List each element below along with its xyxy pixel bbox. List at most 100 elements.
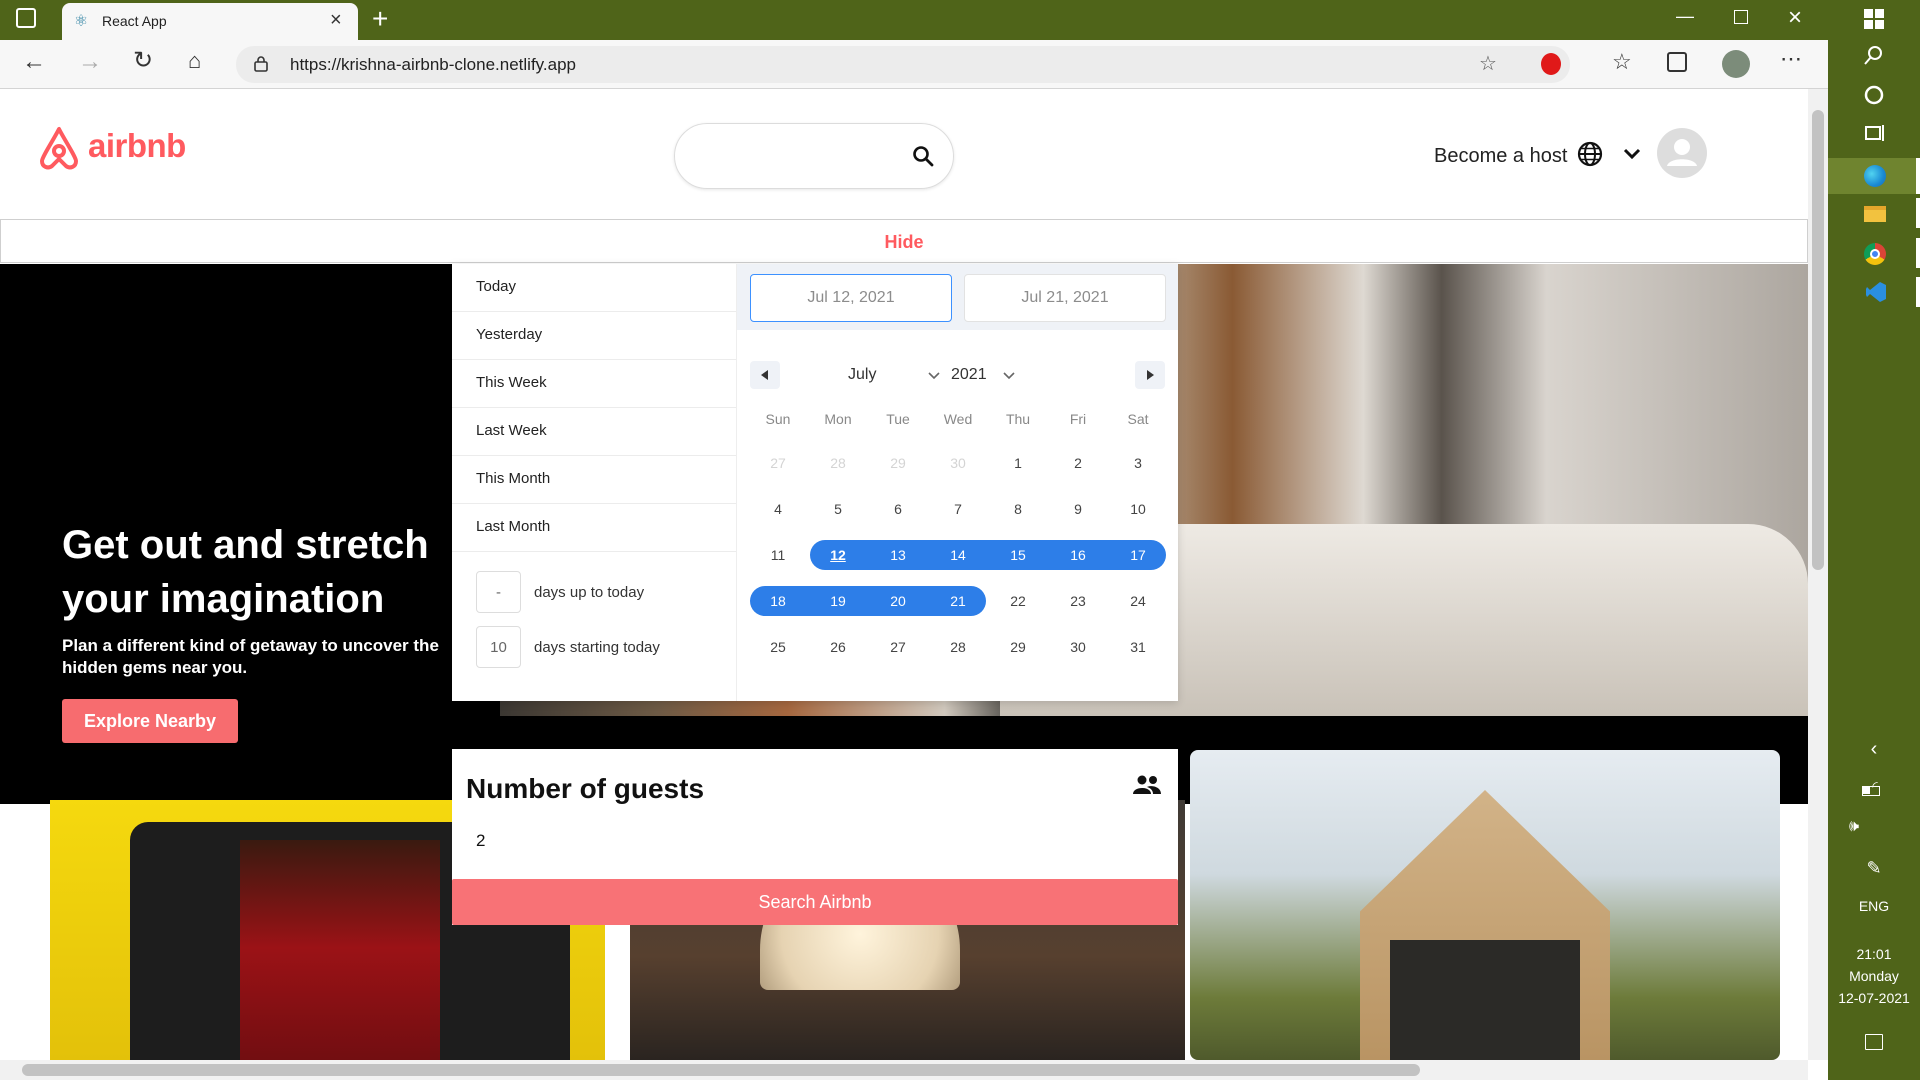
calendar-day[interactable]: 30 — [928, 447, 988, 479]
browser-tab[interactable]: ⚛ React App × — [62, 3, 358, 40]
calendar-day[interactable]: 6 — [868, 493, 928, 525]
windows-start-icon[interactable] — [1828, 8, 1920, 36]
vscode-icon[interactable] — [1866, 282, 1886, 302]
card-image-cabin[interactable] — [1190, 750, 1780, 1060]
explore-nearby-label[interactable]: Explore Nearby — [84, 711, 216, 732]
globe-icon[interactable] — [1577, 141, 1603, 167]
file-explorer-icon[interactable] — [1864, 206, 1886, 222]
tab-actions-icon[interactable] — [16, 8, 36, 28]
new-tab-icon[interactable]: + — [372, 3, 388, 35]
calendar-day[interactable]: 24 — [1108, 585, 1168, 617]
calendar-day[interactable]: 17 — [1108, 539, 1168, 571]
calendar-day[interactable]: 3 — [1108, 447, 1168, 479]
calendar-day[interactable]: 29 — [988, 631, 1048, 663]
volume-icon[interactable]: 🕪 — [1808, 818, 1900, 836]
clock-date[interactable]: 12-07-2021 — [1828, 990, 1920, 1006]
calendar-day[interactable]: 20 — [868, 585, 928, 617]
calendar-day[interactable]: 1 — [988, 447, 1048, 479]
home-icon[interactable]: ⌂ — [188, 50, 201, 72]
edge-taskbar-icon[interactable] — [1828, 158, 1920, 194]
pen-icon[interactable]: ✎ — [1828, 858, 1920, 879]
search-airbnb-button[interactable]: Search Airbnb — [452, 879, 1178, 925]
close-window-icon[interactable]: × — [1788, 4, 1802, 32]
calendar-day[interactable]: 27 — [748, 447, 808, 479]
calendar-day[interactable]: 22 — [988, 585, 1048, 617]
search-bar[interactable] — [674, 123, 954, 189]
calendar-day[interactable]: 31 — [1108, 631, 1168, 663]
month-select[interactable]: July — [817, 366, 947, 390]
search-icon[interactable] — [911, 144, 935, 168]
close-icon[interactable]: × — [330, 9, 342, 32]
clock-day[interactable]: Monday — [1828, 968, 1920, 984]
next-month-button[interactable] — [1135, 361, 1165, 389]
static-range-item[interactable]: Today — [452, 264, 736, 312]
forward-icon[interactable]: → — [78, 50, 102, 74]
static-range-item[interactable]: This Month — [452, 456, 736, 504]
calendar-day[interactable]: 16 — [1048, 539, 1108, 571]
calendar-day[interactable]: 8 — [988, 493, 1048, 525]
task-view-icon[interactable] — [1828, 122, 1920, 150]
calendar-day[interactable]: 29 — [868, 447, 928, 479]
calendar-day[interactable]: 28 — [808, 447, 868, 479]
chrome-icon[interactable] — [1864, 243, 1886, 265]
calendar-day[interactable]: 14 — [928, 539, 988, 571]
days-up-to-today-input[interactable] — [476, 571, 521, 613]
add-favorite-icon[interactable]: ☆ — [1479, 51, 1497, 76]
language-indicator[interactable]: ENG — [1828, 898, 1920, 914]
hide-bar[interactable]: Hide — [0, 219, 1808, 263]
more-icon[interactable]: ⋯ — [1780, 48, 1802, 70]
calendar-day[interactable]: 28 — [928, 631, 988, 663]
calendar-day[interactable]: 9 — [1048, 493, 1108, 525]
calendar-day[interactable]: 10 — [1108, 493, 1168, 525]
calendar-day[interactable]: 25 — [748, 631, 808, 663]
calendar-day[interactable]: 26 — [808, 631, 868, 663]
search-icon-taskbar[interactable] — [1828, 44, 1920, 72]
profile-avatar[interactable] — [1722, 50, 1750, 78]
clock-time[interactable]: 21:01 — [1828, 946, 1920, 962]
static-range-item[interactable]: Last Week — [452, 408, 736, 456]
calendar-day[interactable]: 27 — [868, 631, 928, 663]
vertical-scrollbar-thumb[interactable] — [1812, 110, 1824, 570]
refresh-icon[interactable]: ↻ — [133, 49, 153, 73]
wifi-icon[interactable]: ◜ — [1850, 778, 1900, 795]
hide-label[interactable]: Hide — [884, 232, 923, 253]
calendar-day[interactable]: 19 — [808, 585, 868, 617]
calendar-day[interactable]: 11 — [748, 539, 808, 571]
become-host-link[interactable]: Become a host — [1434, 145, 1567, 168]
calendar-day[interactable]: 12 — [808, 539, 868, 571]
chevron-down-icon[interactable] — [1623, 148, 1641, 160]
airbnb-logo[interactable]: airbnb — [36, 123, 196, 173]
start-date-field[interactable]: Jul 12, 2021 — [750, 274, 952, 322]
calendar-day[interactable]: 18 — [748, 585, 808, 617]
calendar-day[interactable]: 7 — [928, 493, 988, 525]
end-date-field[interactable]: Jul 21, 2021 — [964, 274, 1166, 322]
extension-icon[interactable] — [1541, 53, 1561, 75]
restore-icon[interactable] — [1734, 10, 1748, 24]
search-airbnb-label[interactable]: Search Airbnb — [758, 892, 871, 913]
calendar-day[interactable]: 30 — [1048, 631, 1108, 663]
guests-input[interactable] — [476, 827, 776, 855]
show-hidden-icons-chevron[interactable]: ‹ — [1828, 738, 1920, 761]
explore-nearby-button[interactable]: Explore Nearby — [62, 699, 238, 743]
year-select[interactable]: 2021 — [947, 366, 1037, 390]
calendar-day[interactable]: 5 — [808, 493, 868, 525]
url-field[interactable]: https://krishna-airbnb-clone.netlify.app… — [236, 46, 1570, 83]
calendar-day[interactable]: 23 — [1048, 585, 1108, 617]
static-range-item[interactable]: Last Month — [452, 504, 736, 552]
cortana-icon[interactable] — [1828, 84, 1920, 112]
calendar-day[interactable]: 2 — [1048, 447, 1108, 479]
notifications-icon[interactable] — [1865, 1034, 1883, 1050]
static-range-item[interactable]: This Week — [452, 360, 736, 408]
static-range-item[interactable]: Yesterday — [452, 312, 736, 360]
prev-month-button[interactable] — [750, 361, 780, 389]
collections-icon[interactable] — [1667, 52, 1687, 72]
days-starting-today-input[interactable] — [476, 626, 521, 668]
minimize-icon[interactable]: — — [1676, 6, 1694, 27]
calendar-day[interactable]: 21 — [928, 585, 988, 617]
calendar-day[interactable]: 13 — [868, 539, 928, 571]
user-avatar[interactable] — [1657, 128, 1707, 178]
back-icon[interactable]: ← — [22, 50, 46, 74]
favorites-icon[interactable]: ☆ — [1612, 51, 1632, 73]
search-input[interactable] — [695, 142, 895, 170]
calendar-day[interactable]: 4 — [748, 493, 808, 525]
